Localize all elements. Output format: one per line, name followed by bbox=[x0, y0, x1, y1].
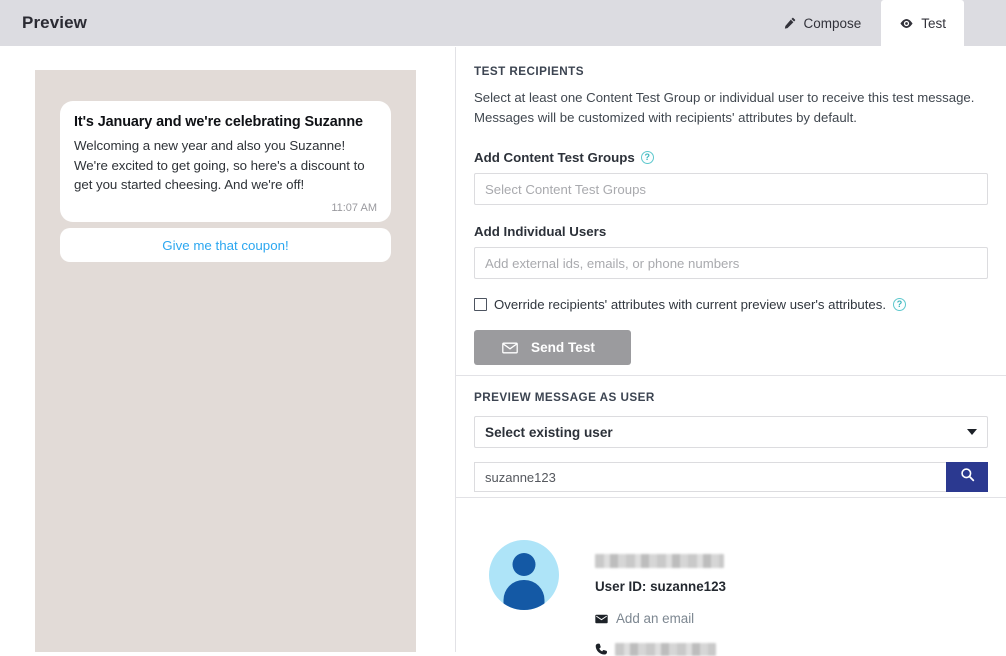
user-name-redacted bbox=[595, 554, 724, 568]
content-groups-label: Add Content Test Groups bbox=[474, 150, 635, 166]
search-icon bbox=[960, 467, 975, 487]
individual-users-label: Add Individual Users bbox=[474, 224, 607, 240]
user-phone-redacted bbox=[615, 643, 716, 656]
preview-as-user-heading: PREVIEW MESSAGE AS USER bbox=[474, 391, 655, 404]
pencil-icon bbox=[783, 17, 796, 30]
avatar-head bbox=[512, 553, 536, 576]
user-search-button[interactable] bbox=[946, 462, 988, 492]
user-search-row bbox=[474, 462, 988, 492]
individual-users-input[interactable] bbox=[474, 247, 988, 280]
section-separator-top bbox=[456, 375, 1006, 376]
test-recipients-section: TEST RECIPIENTS Select at least one Cont… bbox=[474, 65, 988, 366]
individual-users-label-row: Add Individual Users bbox=[474, 224, 988, 239]
user-id-label: User ID: suzanne123 bbox=[595, 579, 726, 594]
message-card: It's January and we're celebrating Suzan… bbox=[60, 101, 391, 223]
tab-compose-label: Compose bbox=[803, 15, 862, 31]
send-test-button[interactable]: Send Test bbox=[474, 330, 631, 366]
existing-user-select[interactable]: Select existing user bbox=[474, 416, 988, 448]
test-recipients-heading: TEST RECIPIENTS bbox=[474, 65, 585, 78]
test-settings-pane: TEST RECIPIENTS Select at least one Cont… bbox=[456, 47, 1006, 656]
section-separator-bottom bbox=[456, 497, 1006, 498]
header-end-spacer bbox=[964, 0, 1006, 46]
help-circle-icon[interactable]: ? bbox=[640, 151, 654, 165]
message-timestamp: 11:07 AM bbox=[331, 202, 377, 215]
coupon-cta-label: Give me that coupon! bbox=[162, 237, 289, 253]
message-preview-pane: It's January and we're celebrating Suzan… bbox=[35, 70, 416, 652]
user-details: User ID: suzanne123 Add an email bbox=[595, 540, 726, 656]
user-email-row[interactable]: Add an email bbox=[595, 611, 726, 626]
test-recipients-description: Select at least one Content Test Group o… bbox=[474, 90, 975, 126]
envelope-icon bbox=[595, 614, 608, 624]
help-circle-icon[interactable]: ? bbox=[893, 298, 907, 312]
user-avatar-icon bbox=[489, 540, 559, 610]
tab-test-label: Test bbox=[921, 16, 946, 31]
content-groups-label-row: Add Content Test Groups ? bbox=[474, 150, 988, 165]
message-title: It's January and we're celebrating Suzan… bbox=[74, 114, 363, 130]
message-body: Welcoming a new year and also you Suzann… bbox=[74, 138, 365, 192]
user-phone-row bbox=[595, 643, 726, 656]
override-attributes-checkbox[interactable] bbox=[474, 298, 487, 312]
preview-as-user-section: PREVIEW MESSAGE AS USER Select existing … bbox=[474, 391, 988, 492]
header-spacer bbox=[87, 0, 765, 46]
phone-icon bbox=[595, 643, 607, 656]
content-groups-input[interactable] bbox=[474, 173, 988, 206]
send-test-label: Send Test bbox=[531, 340, 595, 356]
chevron-down-icon bbox=[967, 429, 977, 435]
envelope-icon bbox=[502, 342, 518, 354]
avatar-body bbox=[503, 580, 545, 610]
add-email-link[interactable]: Add an email bbox=[616, 611, 694, 626]
app-header: Preview Compose Test bbox=[0, 0, 1006, 47]
tab-test[interactable]: Test bbox=[881, 0, 964, 47]
tab-compose[interactable]: Compose bbox=[765, 0, 881, 46]
override-attributes-row: Override recipients' attributes with cur… bbox=[474, 297, 988, 312]
page-title: Preview bbox=[22, 13, 87, 32]
user-search-input[interactable] bbox=[474, 462, 947, 492]
preview-user-card: User ID: suzanne123 Add an email bbox=[489, 540, 726, 656]
coupon-cta-button[interactable]: Give me that coupon! bbox=[60, 228, 391, 262]
override-attributes-label: Override recipients' attributes with cur… bbox=[494, 297, 887, 313]
existing-user-select-value: Select existing user bbox=[485, 424, 613, 440]
eye-icon bbox=[899, 16, 914, 31]
